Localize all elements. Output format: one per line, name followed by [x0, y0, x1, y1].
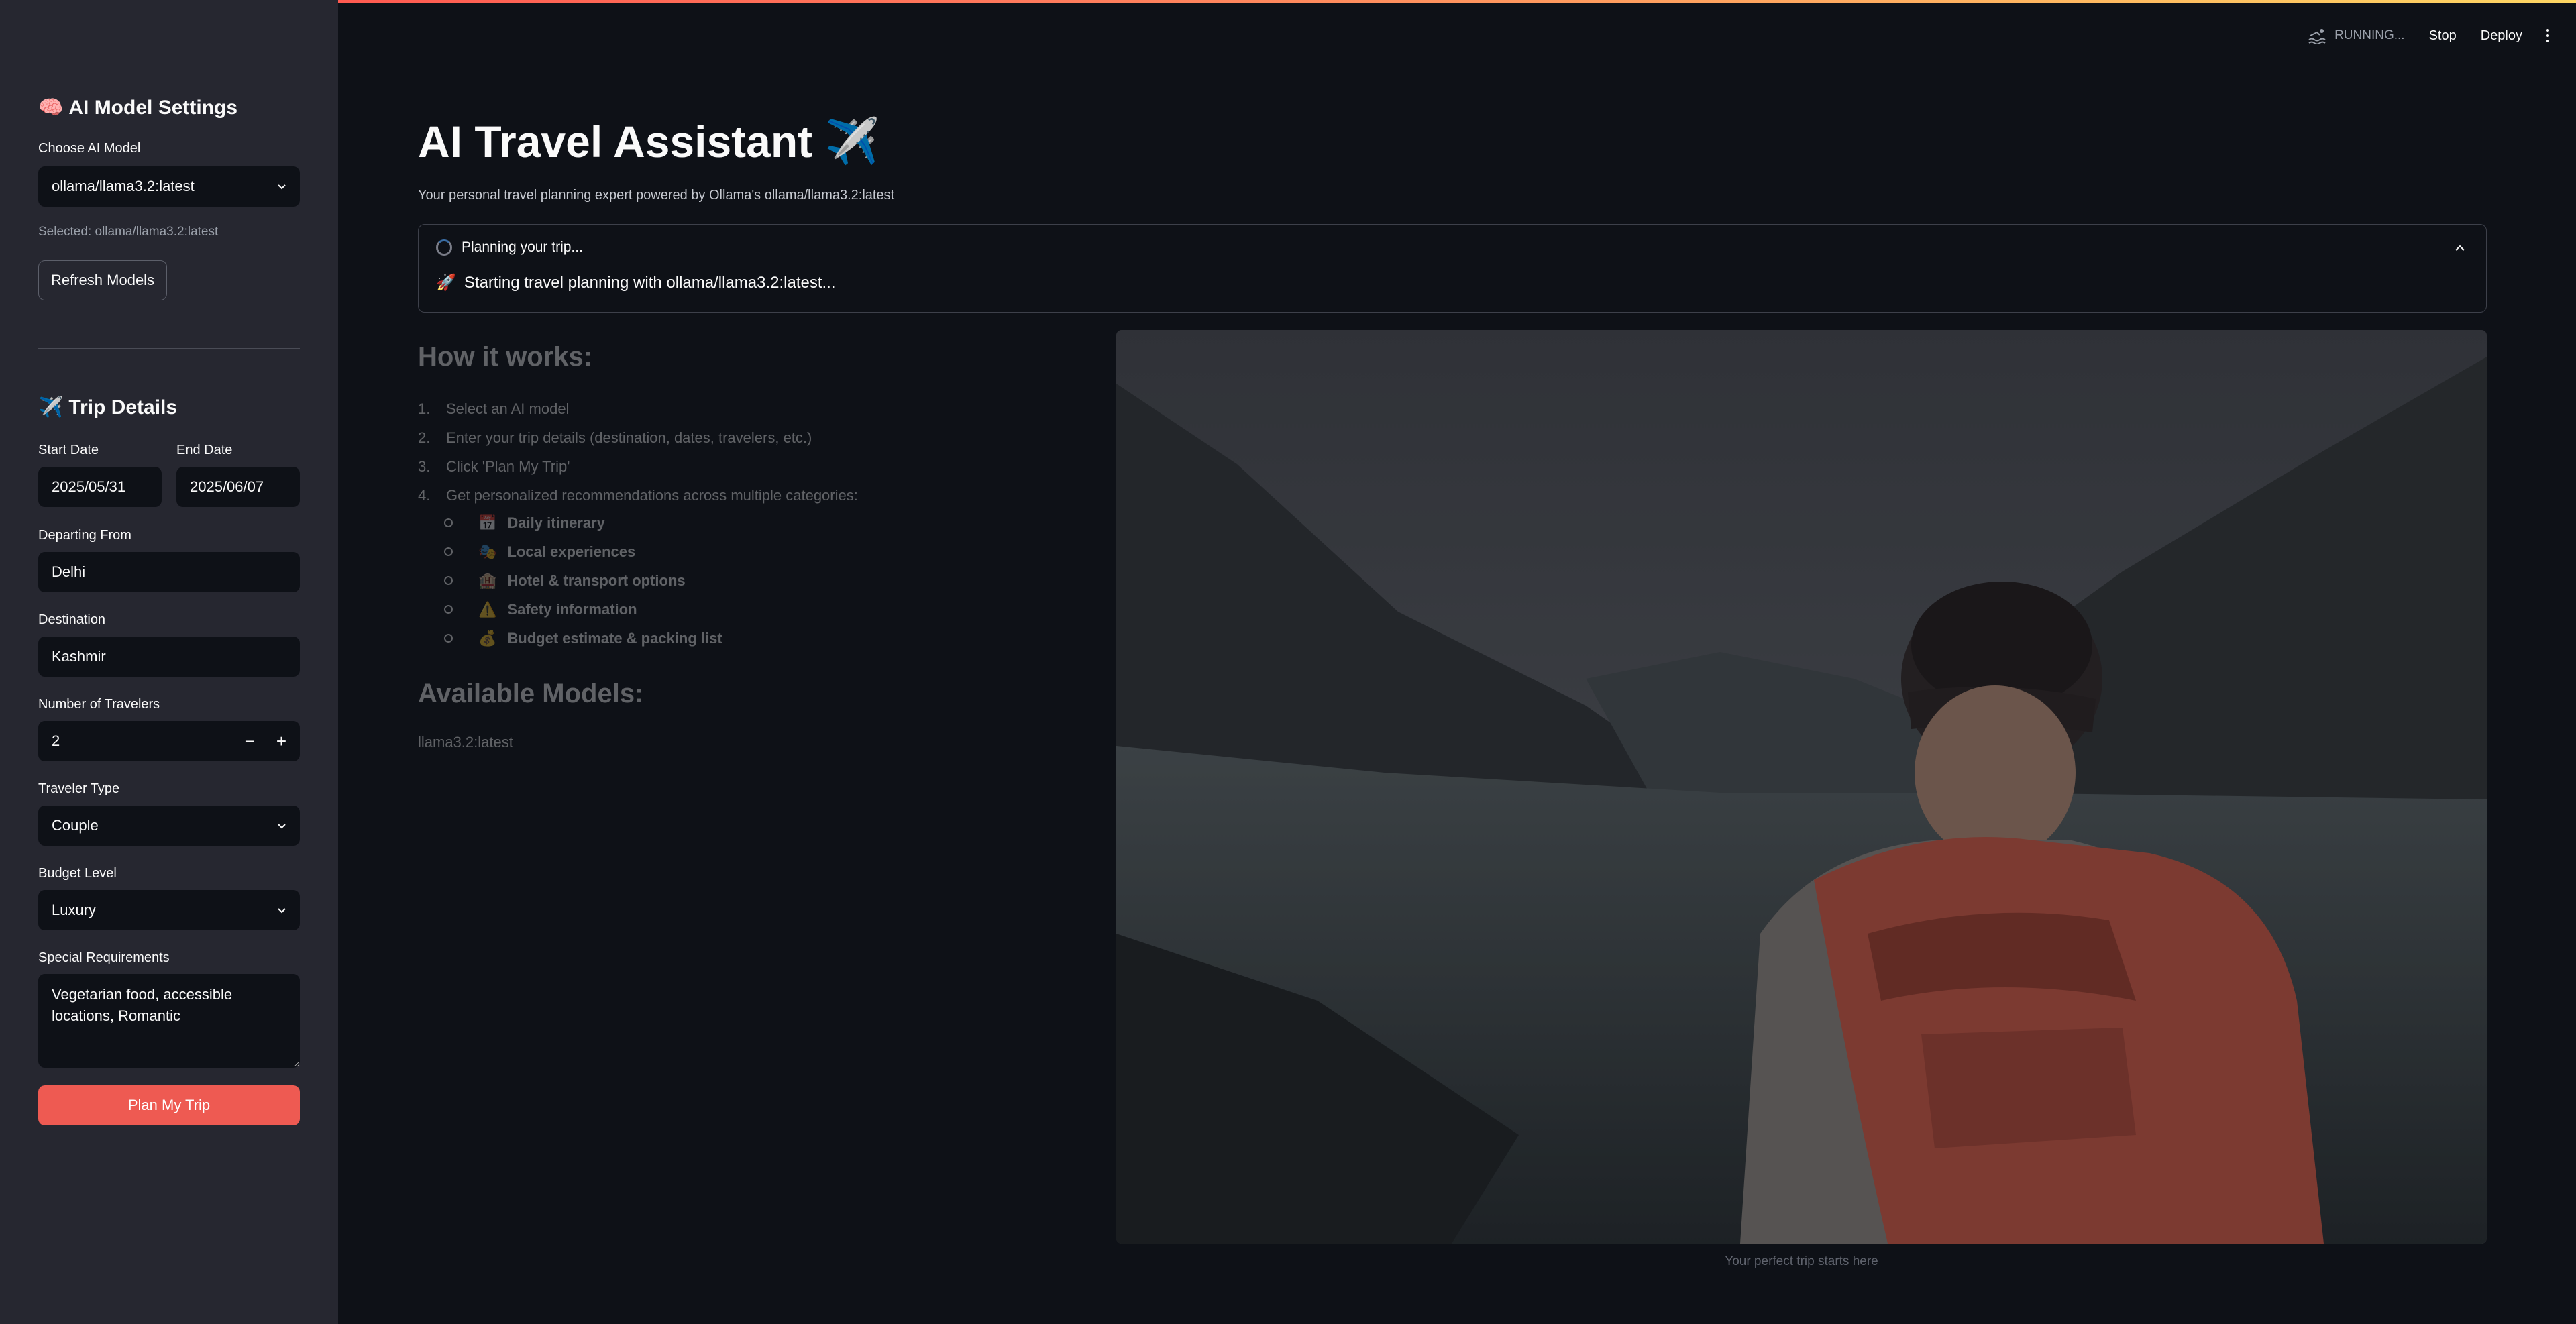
departing-input[interactable]: Delhi [38, 552, 300, 592]
list-item: 🎭 Local experiences [444, 537, 722, 566]
list-item: 2. Enter your trip details (destination, … [418, 429, 812, 446]
chevron-down-icon [278, 184, 286, 190]
categories-list: 📅 Daily itinerary 🎭 Local experiences 🏨 Hot… [444, 508, 722, 653]
end-date-input[interactable]: 2025/06/07 [176, 467, 300, 507]
start-date-label: Start Date [38, 443, 99, 457]
chevron-down-icon [278, 824, 286, 829]
available-model-item: llama3.2:latest [418, 734, 513, 751]
traveler-type-label: Traveler Type [38, 781, 120, 796]
sidebar-divider [38, 348, 300, 349]
running-status: RUNNING... [2308, 27, 2405, 44]
money-bag-icon: 💰 [478, 629, 497, 647]
destination-label: Destination [38, 612, 106, 627]
swimmer-icon [2308, 29, 2326, 44]
status-heading: Planning your trip... [462, 239, 583, 255]
list-item: 3. Click 'Plan My Trip' [418, 457, 570, 475]
theater-icon: 🎭 [478, 543, 497, 560]
brain-icon: 🧠 [38, 97, 64, 119]
chevron-down-icon [278, 908, 286, 914]
destination-input[interactable]: Kashmir [38, 637, 300, 677]
chevron-up-icon[interactable] [2454, 243, 2466, 253]
travelers-label: Number of Travelers [38, 697, 160, 712]
travelers-stepper[interactable]: 2 − + [38, 721, 300, 761]
list-item: 4. Get personalized recommendations acros… [418, 486, 858, 504]
start-date-input[interactable]: 2025/05/31 [38, 467, 162, 507]
selected-model-caption: Selected: ollama/llama3.2:latest [38, 225, 219, 239]
plane-icon: ✈️ [38, 396, 64, 419]
traveler-type-select[interactable]: Couple [38, 806, 300, 846]
status-expander[interactable]: Planning your trip... 🚀 Starting travel … [418, 224, 2487, 313]
warning-icon: ⚠️ [478, 600, 497, 618]
budget-select[interactable]: Luxury [38, 890, 300, 930]
list-item: 1. Select an AI model [418, 400, 570, 417]
calendar-icon: 📅 [478, 514, 497, 531]
how-it-works-heading: How it works: [418, 342, 593, 372]
trip-details-heading: ✈️ Trip Details [38, 396, 178, 419]
list-item: ⚠️ Safety information [444, 595, 722, 624]
stop-button[interactable]: Stop [2429, 28, 2457, 44]
sidebar: 🧠 AI Model Settings Choose AI Model olla… [0, 0, 338, 1324]
end-date-label: End Date [176, 443, 233, 457]
plan-my-trip-button[interactable]: Plan My Trip [38, 1085, 300, 1125]
increment-button[interactable]: + [276, 731, 286, 752]
model-select[interactable]: ollama/llama3.2:latest [38, 166, 300, 207]
list-item: 📅 Daily itinerary [444, 508, 722, 537]
refresh-models-button[interactable]: Refresh Models [38, 260, 168, 300]
app-toolbar: RUNNING... Stop Deploy [2308, 27, 2549, 44]
special-requirements-input[interactable]: Vegetarian food, accessible locations, R… [38, 974, 300, 1068]
model-settings-heading: 🧠 AI Model Settings [38, 96, 238, 119]
choose-model-label: Choose AI Model [38, 141, 141, 156]
top-accent-bar [0, 0, 2576, 3]
traveler-lake-photo [1116, 330, 2487, 1244]
special-requirements-label: Special Requirements [38, 950, 170, 965]
budget-label: Budget Level [38, 866, 117, 881]
hero-caption: Your perfect trip starts here [1725, 1254, 1878, 1268]
page-subtitle: Your personal travel planning expert pow… [418, 188, 895, 203]
page-title: AI Travel Assistant ✈️ [418, 116, 880, 166]
status-message: Starting travel planning with ollama/lla… [464, 273, 836, 292]
plane-icon: ✈️ [824, 116, 880, 166]
spinner-icon [436, 239, 452, 256]
hero-image [1116, 330, 2487, 1244]
available-models-heading: Available Models: [418, 679, 644, 708]
list-item: 🏨 Hotel & transport options [444, 566, 722, 595]
list-item: 💰 Budget estimate & packing list [444, 624, 722, 653]
rocket-icon: 🚀 [436, 274, 456, 292]
decrement-button[interactable]: − [245, 731, 255, 752]
hotel-icon: 🏨 [478, 571, 497, 589]
deploy-button[interactable]: Deploy [2481, 28, 2522, 44]
departing-label: Departing From [38, 528, 131, 543]
main-menu-icon[interactable] [2546, 29, 2549, 42]
steps-list: 1. Select an AI model 2. Enter your trip d… [418, 394, 1089, 510]
